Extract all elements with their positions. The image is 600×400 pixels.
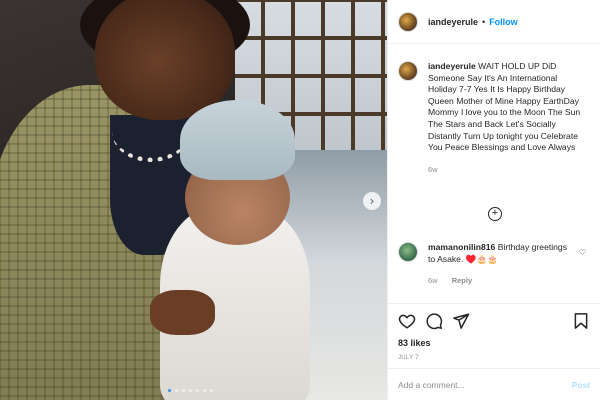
comments-area: iandeyerule WAIT HOLD UP DiD Someone Say… — [388, 45, 600, 303]
reply-button[interactable]: Reply — [452, 276, 472, 285]
comment: mamanonilin816 Birthday greetings to Asa… — [398, 242, 591, 285]
carousel-dot — [196, 389, 199, 392]
share-paper-plane-icon[interactable] — [452, 312, 470, 330]
carousel-dot — [175, 389, 178, 392]
bookmark-icon[interactable] — [572, 312, 590, 330]
load-more-comments-button[interactable]: + — [488, 207, 502, 221]
caption-body: iandeyerule WAIT HOLD UP DiD Someone Say… — [428, 61, 588, 154]
header-separator: • — [482, 16, 486, 27]
avatar[interactable] — [398, 242, 418, 262]
comment-bubble-icon[interactable] — [425, 312, 443, 330]
follow-button[interactable]: Follow — [489, 17, 518, 27]
heart-outline-icon[interactable]: ♡ — [579, 248, 586, 257]
post-actions: 83 likes JULY 7 — [388, 303, 600, 361]
avatar[interactable] — [398, 61, 418, 81]
post-panel: iandeyerule • Follow iandeyerule WAIT HO… — [387, 0, 600, 400]
author-username[interactable]: iandeyerule — [428, 17, 478, 27]
post-comment-button[interactable]: Post — [572, 380, 590, 390]
comment-body: mamanonilin816 Birthday greetings to Asa… — [428, 242, 573, 265]
post-photo[interactable]: › — [0, 0, 387, 400]
caption-text: WAIT HOLD UP DiD Someone Say It's An Int… — [428, 61, 581, 153]
carousel-dots — [168, 389, 213, 392]
comment-input[interactable] — [398, 379, 572, 390]
carousel-dot — [210, 389, 213, 392]
avatar[interactable] — [398, 11, 418, 32]
likes-count[interactable]: 83 likes — [398, 338, 590, 348]
comment-username[interactable]: mamanonilin816 — [428, 242, 495, 252]
carousel-dot — [203, 389, 206, 392]
post-header: iandeyerule • Follow — [388, 0, 600, 44]
chevron-right-icon[interactable]: › — [363, 192, 381, 210]
like-heart-icon[interactable] — [398, 312, 416, 330]
hand — [150, 290, 215, 335]
carousel-dot — [168, 389, 171, 392]
pearl-necklace — [112, 102, 190, 162]
carousel-dot — [182, 389, 185, 392]
caption: iandeyerule WAIT HOLD UP DiD Someone Say… — [398, 61, 590, 174]
carousel-dot — [189, 389, 192, 392]
action-icons — [398, 310, 590, 332]
comment-meta: 6w Reply — [428, 276, 573, 285]
post-date[interactable]: JULY 7 — [398, 355, 590, 361]
add-comment-bar: Post — [388, 368, 600, 400]
caption-timestamp[interactable]: 6w — [428, 165, 588, 174]
baby-hat — [180, 100, 295, 180]
caption-username[interactable]: iandeyerule — [428, 61, 476, 71]
comment-timestamp[interactable]: 6w — [428, 276, 438, 285]
